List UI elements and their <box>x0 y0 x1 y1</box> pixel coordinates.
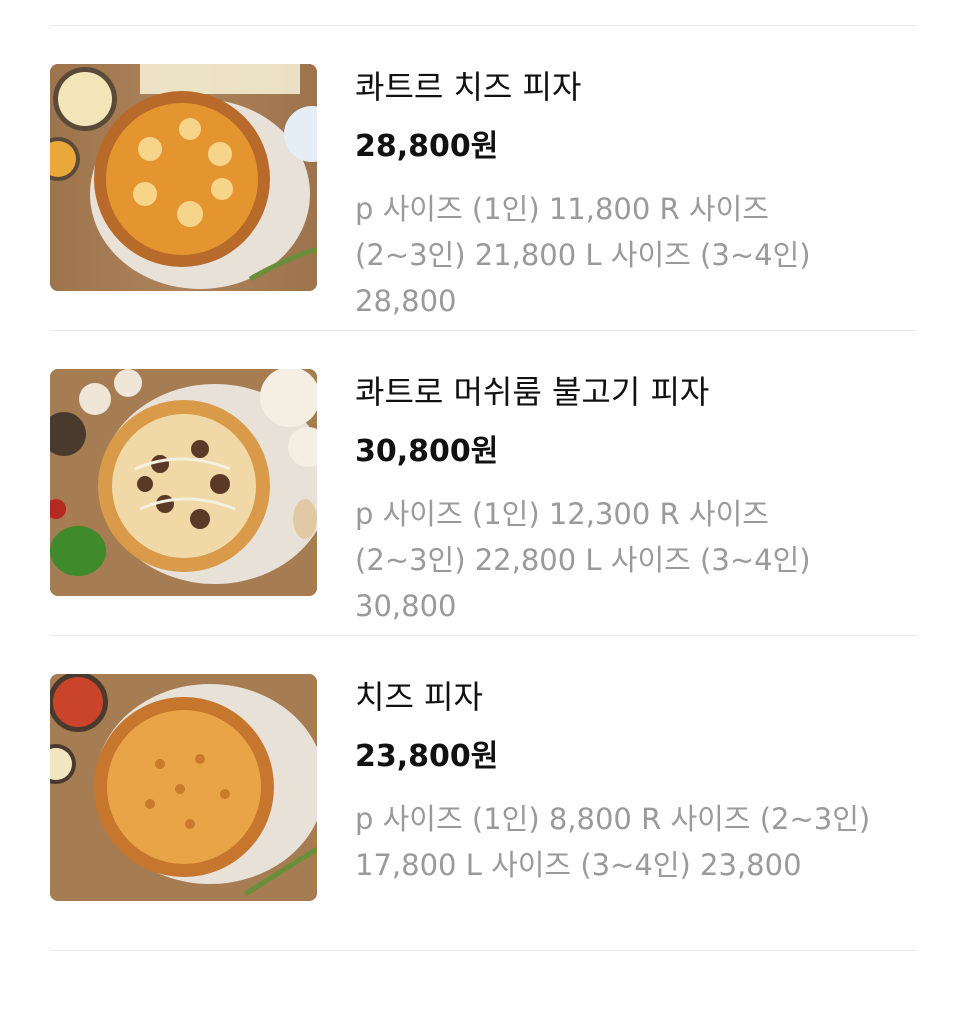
description-line: p 사이즈 (1인) 12,300 R 사이즈 <box>355 497 769 531</box>
menu-list: 콰트르 치즈 피자 28,800원 p 사이즈 (1인) 11,800 R 사이… <box>50 0 916 951</box>
menu-item-price: 28,800원 <box>355 129 499 164</box>
pizza-image[interactable] <box>50 64 317 291</box>
description-line: p 사이즈 (1인) 8,800 R 사이즈 (2~3인) <box>355 802 871 836</box>
description-line: (2~3인) 21,800 L 사이즈 (3~4인) <box>355 238 811 272</box>
mushroom-bulgogi-pizza-photo <box>50 369 317 596</box>
menu-item-price: 23,800원 <box>355 739 499 774</box>
menu-item-cheese-pizza[interactable]: 치즈 피자 23,800원 p 사이즈 (1인) 8,800 R 사이즈 (2~… <box>50 636 916 950</box>
menu-item-description: p 사이즈 (1인) 8,800 R 사이즈 (2~3인) 17,800 L 사… <box>355 796 916 888</box>
description-line: 17,800 L 사이즈 (3~4인) 23,800 <box>355 848 802 882</box>
quattro-cheese-pizza-photo <box>50 64 317 291</box>
menu-item-description: p 사이즈 (1인) 12,300 R 사이즈 (2~3인) 22,800 L … <box>355 491 916 629</box>
description-line: 28,800 <box>355 284 457 318</box>
description-line: p 사이즈 (1인) 11,800 R 사이즈 <box>355 192 769 226</box>
pizza-image[interactable] <box>50 674 317 901</box>
pizza-image[interactable] <box>50 369 317 596</box>
menu-item-info: 치즈 피자 23,800원 p 사이즈 (1인) 8,800 R 사이즈 (2~… <box>355 674 916 950</box>
menu-item-info: 콰트르 치즈 피자 28,800원 p 사이즈 (1인) 11,800 R 사이… <box>355 64 916 330</box>
divider <box>50 950 916 951</box>
menu-item-info: 콰트로 머쉬룸 불고기 피자 30,800원 p 사이즈 (1인) 12,300… <box>355 369 916 635</box>
menu-item-quattro-cheese-pizza[interactable]: 콰트르 치즈 피자 28,800원 p 사이즈 (1인) 11,800 R 사이… <box>50 26 916 330</box>
description-line: (2~3인) 22,800 L 사이즈 (3~4인) <box>355 543 811 577</box>
description-line: 30,800 <box>355 589 457 623</box>
menu-item-quattro-mushroom-bulgogi-pizza[interactable]: 콰트로 머쉬룸 불고기 피자 30,800원 p 사이즈 (1인) 12,300… <box>50 331 916 635</box>
menu-item-price: 30,800원 <box>355 434 499 469</box>
menu-item-description: p 사이즈 (1인) 11,800 R 사이즈 (2~3인) 21,800 L … <box>355 186 916 324</box>
cheese-pizza-photo <box>50 674 317 901</box>
menu-item-name: 콰트로 머쉬룸 불고기 피자 <box>355 373 710 411</box>
menu-item-name: 치즈 피자 <box>355 678 483 716</box>
menu-item-name: 콰트르 치즈 피자 <box>355 68 582 106</box>
